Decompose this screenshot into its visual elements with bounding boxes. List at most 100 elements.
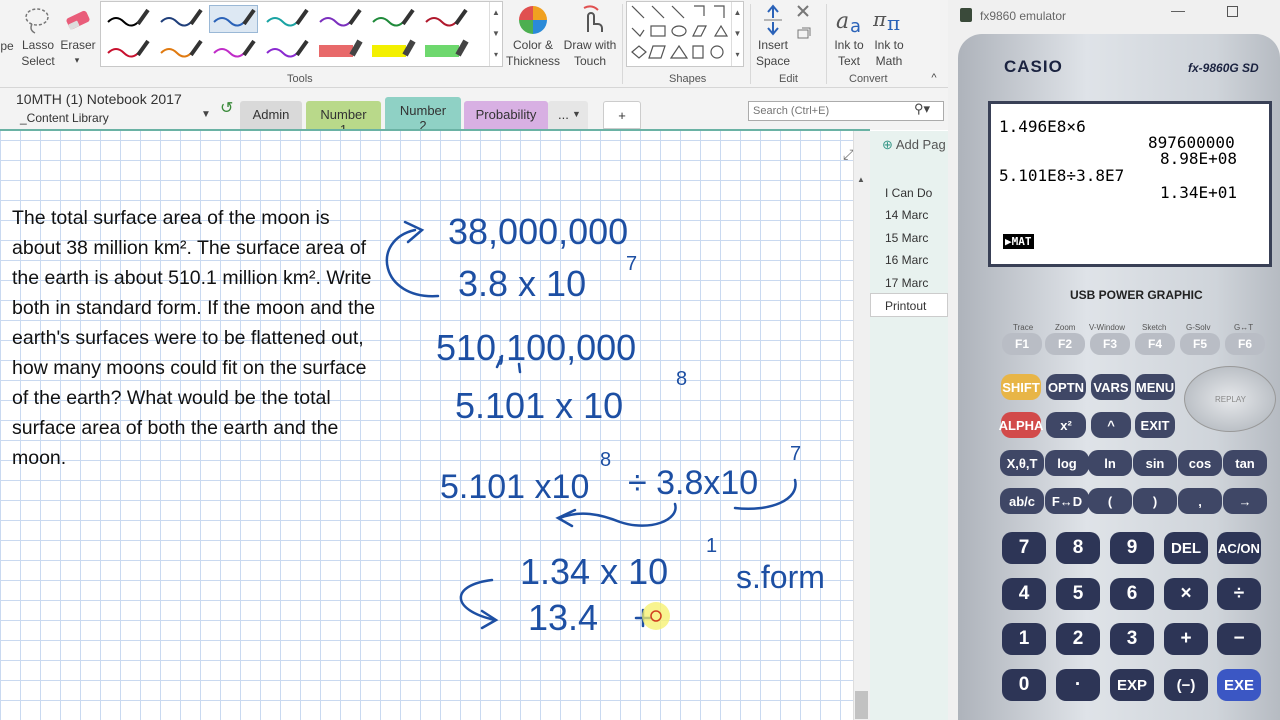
ink-line-2: 3.8 x 10 (458, 263, 586, 304)
key-vars[interactable]: VARS (1091, 374, 1131, 400)
key-negative[interactable]: (−) (1164, 669, 1208, 701)
ink-line-3: 510,100,000 (436, 327, 636, 368)
page-item[interactable]: 17 Marc (885, 276, 928, 290)
key-log[interactable]: log (1045, 450, 1089, 476)
key-exp[interactable]: EXP (1110, 669, 1154, 701)
key-open-paren[interactable]: ( (1088, 488, 1132, 514)
key-del[interactable]: DEL (1164, 532, 1208, 564)
key-fraction[interactable]: ab/c (1000, 488, 1044, 514)
key-4[interactable]: 4 (1002, 578, 1046, 610)
key-shift-label: Sketch (1142, 323, 1167, 332)
key-assign[interactable]: → (1223, 488, 1267, 514)
ink-line-6: 1.34 x 10 (520, 551, 668, 592)
key-square[interactable]: x² (1046, 412, 1086, 438)
page-item[interactable]: I Can Do (885, 186, 932, 200)
key-close-paren[interactable]: ) (1133, 488, 1177, 514)
key-3[interactable]: 3 (1110, 623, 1154, 655)
svg-text:π: π (873, 7, 887, 31)
scroll-thumb[interactable] (855, 691, 868, 719)
svg-text:π: π (887, 11, 900, 35)
key-divide[interactable]: ÷ (1217, 578, 1261, 610)
key-shift-label: Zoom (1055, 323, 1076, 332)
key-f5[interactable]: F5 (1180, 333, 1220, 355)
key-power[interactable]: ^ (1091, 412, 1131, 438)
scroll-up-icon[interactable]: ▲ (857, 175, 865, 184)
ink-line-1: 38,000,000 (448, 211, 628, 252)
emulator-title: fx9860 emulator (980, 9, 1067, 23)
search-icon[interactable]: ⚲▾ (914, 101, 930, 117)
replay-label: REPLAY (1215, 395, 1246, 404)
lcd-line: 8.98E+08 (1160, 149, 1238, 168)
key-7[interactable]: 7 (1002, 532, 1046, 564)
key-f4[interactable]: F4 (1135, 333, 1175, 355)
maximize-button[interactable] (1227, 6, 1238, 17)
key-f3[interactable]: F3 (1090, 333, 1130, 355)
add-page-button[interactable]: ⊕ Add Pag (882, 137, 946, 153)
key-2[interactable]: 2 (1056, 623, 1100, 655)
add-page-label: Add Pag (895, 137, 946, 152)
key-exe[interactable]: EXE (1217, 669, 1261, 701)
key-f2[interactable]: F2 (1045, 333, 1085, 355)
page-list-pane: ⊕ Add Pag I Can Do 14 Marc 15 Marc 16 Ma… (870, 131, 948, 720)
key-8[interactable]: 8 (1056, 532, 1100, 564)
key-5[interactable]: 5 (1056, 578, 1100, 610)
key-multiply[interactable]: × (1164, 578, 1208, 610)
key-shift-label: G-Solv (1186, 323, 1211, 332)
ink-line-5-dividend: 5.101 x10 (440, 468, 589, 506)
key-tan[interactable]: tan (1223, 450, 1267, 476)
key-alpha[interactable]: ALPHA (999, 412, 1043, 438)
mat-softkey[interactable]: ▶MAT (1003, 234, 1034, 249)
page-item[interactable]: 16 Marc (885, 253, 928, 267)
key-shift-label: V-Window (1089, 323, 1126, 332)
key-plus[interactable]: + (1164, 623, 1208, 655)
key-shift-label: Trace (1013, 323, 1034, 332)
ink-line-5-divisor: ÷ 3.8x10 (628, 464, 758, 502)
ink-line-7: 13.4 (528, 597, 598, 638)
ink-to-math-icon: ππ (873, 7, 900, 35)
vertical-scrollbar[interactable]: ▲ (853, 131, 870, 720)
minimize-button[interactable]: — (1171, 2, 1185, 18)
handwritten-ink-layer: 38,000,000 3.8 x 10 7 510,100,000 5.101 … (385, 211, 825, 638)
key-1[interactable]: 1 (1002, 623, 1046, 655)
key-optn[interactable]: OPTN (1046, 374, 1086, 400)
key-shift[interactable]: SHIFT (1001, 374, 1041, 400)
ink-line-5-dividend-exponent: 8 (600, 449, 611, 471)
add-page-icon: ⊕ (882, 137, 893, 152)
ink-line-5-divisor-exponent: 7 (790, 443, 801, 465)
key-6[interactable]: 6 (1110, 578, 1154, 610)
key-exit[interactable]: EXIT (1135, 412, 1175, 438)
ink-line-6-label: s.form (736, 559, 825, 595)
collapse-ribbon-icon[interactable]: ^ (926, 70, 942, 86)
ink-to-math-button[interactable]: Ink to Math (868, 37, 910, 69)
key-ac-on[interactable]: AC/ON (1217, 532, 1261, 564)
lcd-line: 1.496E8×6 (999, 117, 1086, 136)
key-cos[interactable]: cos (1178, 450, 1222, 476)
key-0[interactable]: 0 (1002, 669, 1046, 701)
model-label: fx-9860G SD (1188, 61, 1259, 75)
lcd-line: 1.34E+01 (1160, 183, 1238, 202)
key-9[interactable]: 9 (1110, 532, 1154, 564)
key-f1[interactable]: F1 (1002, 333, 1042, 355)
key-f-to-d[interactable]: F↔D (1045, 488, 1089, 514)
screen: pe Lasso Select Eraser ▾ ▲ ▼ ▾ Color & Thi… (0, 0, 1280, 720)
page-item[interactable]: 14 Marc (885, 208, 928, 222)
key-ln[interactable]: ln (1088, 450, 1132, 476)
replay-dpad[interactable]: REPLAY (1184, 366, 1276, 432)
ink-line-2-exponent: 7 (626, 253, 637, 275)
emulator-app-icon (960, 8, 972, 22)
key-comma[interactable]: , (1178, 488, 1222, 514)
key-decimal[interactable]: · (1056, 669, 1100, 701)
key-minus[interactable]: − (1217, 623, 1261, 655)
key-xthetat[interactable]: X,θ,T (1000, 450, 1044, 476)
page-item[interactable]: 15 Marc (885, 231, 928, 245)
ink-line-6-exponent: 1 (706, 535, 717, 557)
key-menu[interactable]: MENU (1135, 374, 1175, 400)
key-shift-label: G↔T (1234, 323, 1254, 332)
key-sin[interactable]: sin (1133, 450, 1177, 476)
ink-line-4-exponent: 8 (676, 368, 687, 390)
pen-cursor-highlight (642, 602, 670, 630)
page-item-selected[interactable]: Printout (870, 293, 948, 317)
key-f6[interactable]: F6 (1225, 333, 1265, 355)
casio-logo: CASIO (1004, 57, 1063, 76)
lcd-line: 5.101E8÷3.8E7 (999, 166, 1125, 185)
